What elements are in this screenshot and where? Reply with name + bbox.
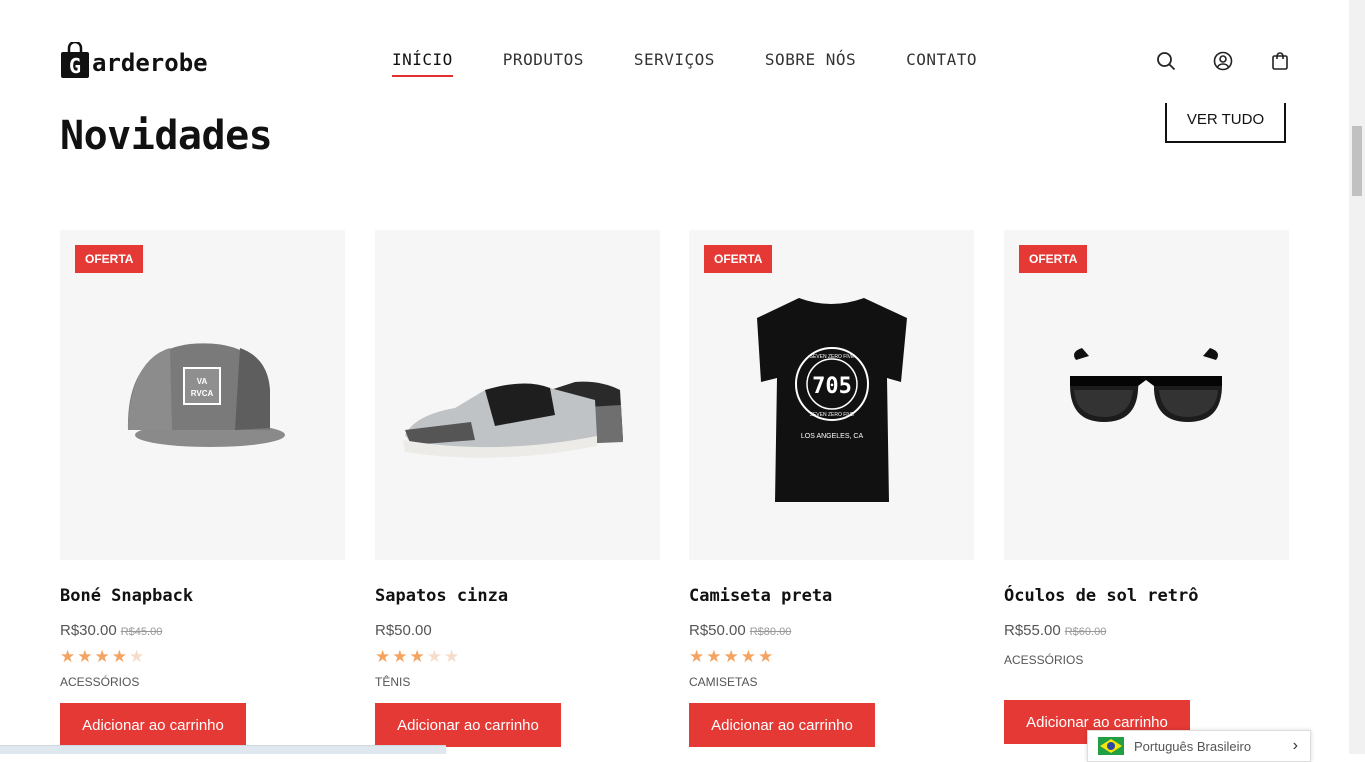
cap-image: VA RVCA <box>127 343 285 447</box>
star-icon: ★ <box>77 647 93 667</box>
nav-contato[interactable]: CONTATO <box>906 50 977 77</box>
product-name[interactable]: Sapatos cinza <box>375 586 660 606</box>
logo[interactable]: G arderobe <box>60 42 208 78</box>
product-price: R$30.00 R$45.00 <box>60 622 163 639</box>
cart-icon[interactable] <box>1269 50 1291 72</box>
header-actions <box>1155 50 1326 72</box>
site-header: G arderobe INÍCIO PRODUTOS SERVIÇOS SOBR… <box>0 0 1349 110</box>
product-category[interactable]: TÊNIS <box>375 675 660 689</box>
logo-text: arderobe <box>92 49 208 77</box>
sunglasses-image <box>1070 348 1222 422</box>
sale-badge: OFERTA <box>704 245 773 273</box>
product-price: R$55.00 R$60.00 <box>1004 622 1107 639</box>
star-icon: ★ <box>723 647 739 667</box>
view-all-button[interactable]: VER TUDO <box>1165 103 1286 143</box>
star-rating: ★ ★ ★ ★ ★ <box>689 647 974 667</box>
star-icon: ★ <box>689 647 705 667</box>
product-category[interactable]: ACESSÓRIOS <box>60 675 345 689</box>
shopping-bag-logo-icon: G <box>61 42 89 78</box>
product-category[interactable]: CAMISETAS <box>689 675 974 689</box>
product-card[interactable]: OFERTA Óculos de sol retrô R$55.00 R$60.0… <box>1004 230 1289 744</box>
star-icon: ★ <box>60 647 76 667</box>
star-icon: ★ <box>758 647 774 667</box>
old-price: R$60.00 <box>1064 626 1107 638</box>
product-card[interactable]: Sapatos cinza R$50.00 ★ ★ ★ ★ ★ TÊNIS Adicio… <box>375 230 660 747</box>
chevron-right-icon: › <box>1292 737 1298 754</box>
user-icon[interactable] <box>1212 50 1234 72</box>
star-icon: ★ <box>111 647 127 667</box>
nav-servicos[interactable]: SERVIÇOS <box>634 50 715 77</box>
product-name[interactable]: Boné Snapback <box>60 586 345 606</box>
star-icon: ★ <box>426 647 442 667</box>
product-image[interactable]: OFERTA <box>1004 230 1289 560</box>
scroll-thumb[interactable] <box>1352 126 1362 196</box>
svg-text:705: 705 <box>812 374 852 399</box>
add-to-cart-button[interactable]: Adicionar ao carrinho <box>375 703 561 747</box>
main-nav: INÍCIO PRODUTOS SERVIÇOS SOBRE NÓS CONTA… <box>392 50 1027 77</box>
page-scrollbar[interactable] <box>1349 0 1365 754</box>
section-title: Novidades <box>60 113 273 159</box>
star-icon: ★ <box>129 647 145 667</box>
browser-status-bar <box>0 745 446 754</box>
product-name[interactable]: Óculos de sol retrô <box>1004 586 1289 606</box>
search-icon[interactable] <box>1155 50 1177 72</box>
product-category[interactable]: ACESSÓRIOS <box>1004 653 1289 667</box>
svg-text:VA: VA <box>197 377 208 386</box>
product-card[interactable]: OFERTA VA RVCA Boné Snapback R$30.00 R$45… <box>60 230 345 747</box>
svg-text:SEVEN ZERO FIVE: SEVEN ZERO FIVE <box>810 354 855 360</box>
svg-text:G: G <box>69 54 81 78</box>
shoes-image <box>403 381 623 458</box>
brazil-flag-icon <box>1098 737 1124 755</box>
old-price: R$45.00 <box>120 626 163 638</box>
star-rating: ★ ★ ★ ★ ★ <box>375 647 660 667</box>
nav-produtos[interactable]: PRODUTOS <box>503 50 584 77</box>
star-icon: ★ <box>375 647 391 667</box>
svg-text:LOS ANGELES, CA: LOS ANGELES, CA <box>801 433 864 440</box>
star-icon: ★ <box>94 647 110 667</box>
svg-text:RVCA: RVCA <box>191 389 214 398</box>
product-image[interactable] <box>375 230 660 560</box>
language-label: Português Brasileiro <box>1134 738 1252 754</box>
star-icon: ★ <box>409 647 425 667</box>
product-card[interactable]: OFERTA 705 SEVEN ZERO FIVE SEVEN ZERO FI… <box>689 230 974 747</box>
nav-inicio[interactable]: INÍCIO <box>392 50 453 77</box>
sale-badge: OFERTA <box>1019 245 1088 273</box>
star-rating: ★ ★ ★ ★ ★ <box>60 647 345 667</box>
sale-badge: OFERTA <box>75 245 144 273</box>
product-image[interactable]: OFERTA VA RVCA <box>60 230 345 560</box>
product-name[interactable]: Camiseta preta <box>689 586 974 606</box>
tshirt-image: 705 SEVEN ZERO FIVE SEVEN ZERO FIVE LOS … <box>757 298 907 502</box>
nav-sobre-nos[interactable]: SOBRE NÓS <box>765 50 856 77</box>
svg-text:SEVEN ZERO FIVE: SEVEN ZERO FIVE <box>810 412 855 418</box>
star-icon: ★ <box>444 647 460 667</box>
product-price: R$50.00 R$80.00 <box>689 622 792 639</box>
star-icon: ★ <box>706 647 722 667</box>
product-price: R$50.00 <box>375 622 432 639</box>
add-to-cart-button[interactable]: Adicionar ao carrinho <box>689 703 875 747</box>
star-icon: ★ <box>740 647 756 667</box>
add-to-cart-button[interactable]: Adicionar ao carrinho <box>60 703 246 747</box>
product-image[interactable]: OFERTA 705 SEVEN ZERO FIVE SEVEN ZERO FI… <box>689 230 974 560</box>
star-icon: ★ <box>392 647 408 667</box>
old-price: R$80.00 <box>749 626 792 638</box>
language-switcher[interactable]: Português Brasileiro › <box>1087 730 1311 762</box>
